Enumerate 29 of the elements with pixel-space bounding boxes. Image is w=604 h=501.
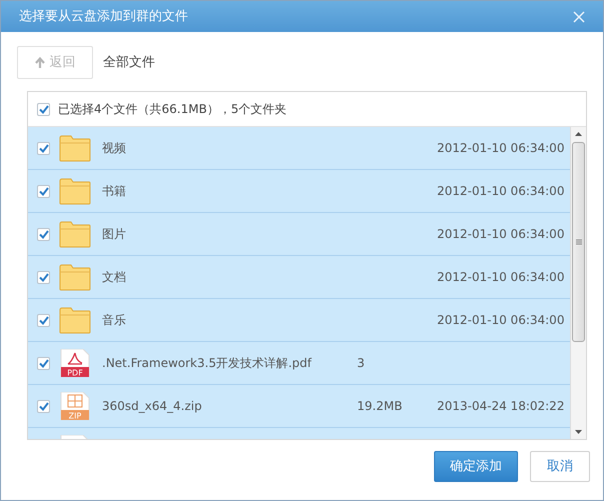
cancel-button[interactable]: 取消: [530, 451, 590, 482]
modified-date: 2012-01-10 06:34:00: [437, 226, 564, 243]
modified-date: 2012-01-10 06:34:00: [437, 269, 564, 286]
file-row[interactable]: 文档 2012-01-10 06:34:00: [28, 256, 570, 299]
file-name: 360sd_x64_4.zip: [102, 398, 203, 415]
file-name: 图片: [102, 226, 127, 243]
selection-summary: 已选择4个文件（共66.1MB），5个文件夹: [58, 101, 287, 118]
modified-date: 2012-01-10 06:34:00: [437, 140, 564, 157]
file-size: 19.2MB: [357, 398, 404, 415]
file-name: 书籍: [102, 183, 127, 200]
file-name: 音乐: [102, 312, 127, 329]
breadcrumb: 全部文件: [103, 54, 155, 72]
modified-date: 2012-01-10 06:34:00: [437, 312, 564, 329]
file-row[interactable]: 书籍 2012-01-10 06:34:00: [28, 170, 570, 213]
modified-date: 2013-04-24 18:02:22: [437, 398, 564, 415]
confirm-add-button[interactable]: 确定添加: [434, 451, 518, 482]
file-row[interactable]: ZIP 360sd_x64_4.zip 19.2MB 2013-04-24 18:02:22: [28, 385, 570, 428]
file-row[interactable]: 音乐 2012-01-10 06:34:00: [28, 299, 570, 342]
file-row[interactable]: 图片 2012-01-10 06:34:00: [28, 213, 570, 256]
pdf-file-icon: PDF: [60, 349, 90, 377]
zip-file-icon: ZIP: [60, 392, 90, 420]
file-row[interactable]: 视频 2012-01-10 06:34:00: [28, 127, 570, 170]
file-name: 文档: [102, 269, 127, 286]
file-name: 视频: [102, 140, 127, 157]
window-title: 选择要从云盘添加到群的文件: [19, 8, 188, 26]
file-row[interactable]: PDF .Net.Framework3.5开发技术详解.pdf 3: [28, 342, 570, 385]
file-size: 3: [357, 355, 366, 372]
file-name: .Net.Framework3.5开发技术详解.pdf: [102, 355, 313, 372]
modified-date: 2012-01-10 06:34:00: [437, 183, 564, 200]
